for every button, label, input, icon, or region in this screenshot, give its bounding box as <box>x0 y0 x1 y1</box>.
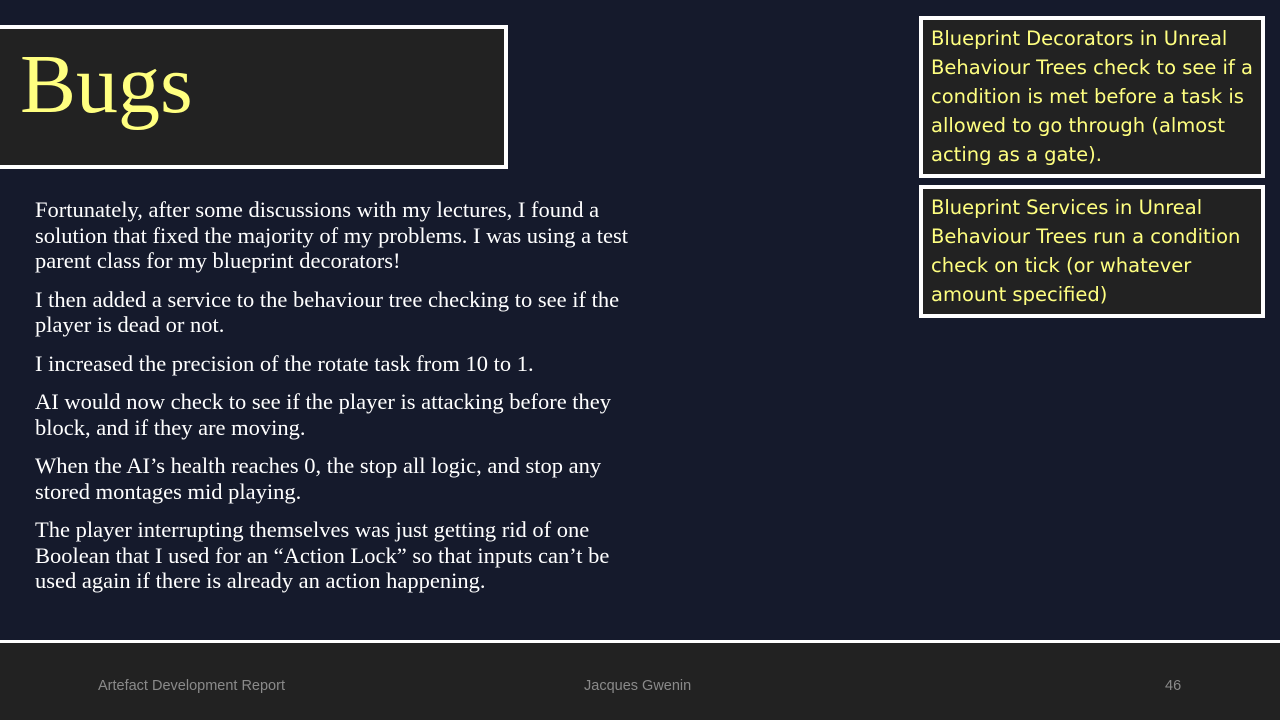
body-paragraph: Fortunately, after some discussions with… <box>35 197 629 273</box>
note-services: Blueprint Services in Unreal Behaviour T… <box>919 185 1265 318</box>
note-decorators: Blueprint Decorators in Unreal Behaviour… <box>919 16 1265 178</box>
footer-report-title: Artefact Development Report <box>98 678 285 694</box>
body-paragraph: AI would now check to see if the player … <box>35 389 612 440</box>
footer-author: Jacques Gwenin <box>584 678 692 694</box>
footer: Artefact Development Report Jacques Gwen… <box>0 643 1280 720</box>
body-paragraph: When the AI’s health reaches 0, the stop… <box>35 453 602 504</box>
body-paragraph: The player interrupting themselves was j… <box>35 517 610 593</box>
title-box: Bugs <box>0 25 508 169</box>
body-paragraph: I then added a service to the behaviour … <box>35 286 620 338</box>
slide-title: Bugs <box>20 38 193 131</box>
body-paragraph: I increased the precision of the rotate … <box>35 350 534 376</box>
page-number: 46 <box>1165 678 1182 694</box>
slide-body: Fortunately, after some discussions with… <box>35 197 635 607</box>
